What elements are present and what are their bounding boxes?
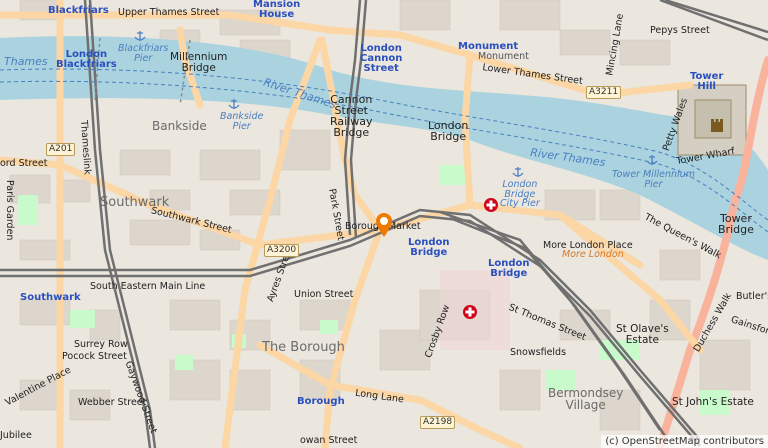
station-mansion-house[interactable]: Mansion House [253, 0, 300, 20]
bridge-london-bridge: London Bridge [428, 119, 469, 143]
bridge-cannon-street-railway: Cannon Street Railway Bridge [330, 93, 373, 139]
place-st-johns-estate: St John's Estate [672, 396, 754, 408]
map-attribution[interactable]: (c) OpenStreetMap contributors [601, 435, 768, 448]
road-pepys-street: Pepys Street [650, 25, 710, 36]
station-london-cannon-street[interactable]: London Cannon Street [360, 44, 402, 74]
road-upper-thames-street: Upper Thames Street [118, 7, 220, 18]
castle-icon [711, 119, 723, 132]
road-surrey-row: Surrey Row [74, 339, 128, 350]
road-more-london: More London [562, 249, 624, 260]
map-view[interactable]: Southwark The Borough Bankside Bermondse… [0, 0, 768, 448]
road-paris-garden: Paris Garden [4, 180, 15, 241]
road-butlers: Butler's [736, 291, 768, 302]
district-the-borough: The Borough [262, 340, 345, 355]
place-st-olaves-estate: St Olave's Estate [616, 323, 669, 346]
road-shield-a201: A201 [46, 143, 76, 156]
station-blackfriars[interactable]: Blackfriars [48, 6, 109, 16]
location-pin-icon[interactable] [374, 212, 394, 238]
station-london-bridge-tube[interactable]: London Bridge [408, 238, 450, 258]
bridge-tower-bridge: Tower Bridge [718, 212, 754, 236]
road-snowsfields: Snowsfields [510, 347, 567, 358]
station-tower-hill[interactable]: Tower Hill [690, 72, 723, 92]
anchor-icon [228, 99, 240, 109]
station-london-bridge-rail[interactable]: London Bridge [488, 259, 530, 279]
road-pocock-street: Pocock Street [62, 351, 127, 362]
anchor-icon [512, 167, 524, 177]
road-shield-a2198: A2198 [420, 416, 456, 429]
pier-bankside: Bankside Pier [220, 111, 264, 132]
road-shield-a3200: A3200 [264, 244, 300, 257]
anchor-icon [134, 31, 146, 41]
place-jubilee: Jubilee [0, 430, 32, 441]
pier-tower-millennium: Tower Millennium Pier [612, 169, 695, 190]
hospital-cross-icon[interactable] [462, 304, 478, 320]
road-union-street: Union Street [294, 289, 354, 300]
pier-london-bridge-city: London Bridge City Pier [500, 179, 540, 209]
road-shield-a3211: A3211 [586, 86, 622, 99]
district-bankside: Bankside [152, 119, 207, 133]
rail-south-eastern-main-line: South Eastern Main Line [90, 281, 206, 292]
road-cowan-street: owan Street [300, 435, 358, 446]
road-monument: Monument [478, 51, 529, 62]
pier-blackfriars: Blackfriars Pier [118, 43, 169, 64]
district-bermondsey-village: Bermondsey Village [548, 386, 624, 412]
station-london-blackfriars[interactable]: London Blackfriars [56, 50, 117, 70]
bridge-millennium: Millennium Bridge [170, 51, 228, 74]
water-thames: Thames [4, 55, 48, 68]
anchor-icon [646, 155, 658, 165]
station-borough[interactable]: Borough [297, 397, 345, 407]
road-ford-street: ord Street [0, 158, 48, 169]
station-southwark[interactable]: Southwark [20, 293, 81, 303]
hospital-cross-icon[interactable] [483, 197, 499, 213]
